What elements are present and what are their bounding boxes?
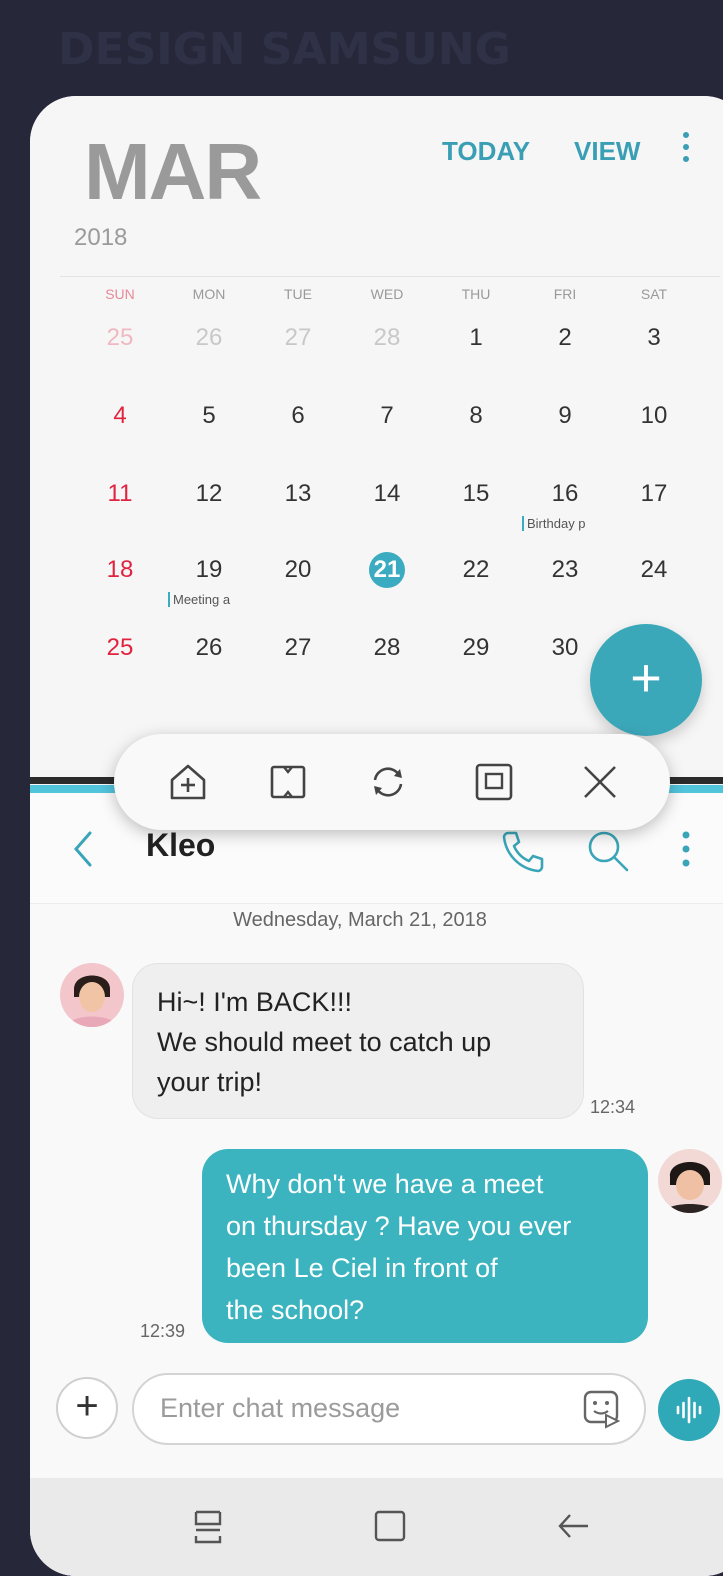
weekday-label: THU	[461, 286, 491, 302]
recents-icon[interactable]	[188, 1506, 228, 1546]
calendar-day[interactable]: 22	[446, 556, 506, 584]
incoming-message[interactable]: Hi~! I'm BACK!!! We should meet to catch…	[132, 963, 584, 1119]
divider	[30, 903, 723, 904]
voice-wave-icon	[676, 1396, 702, 1424]
calendar-day[interactable]: 12	[179, 480, 239, 508]
calendar-day[interactable]: 29	[446, 634, 506, 662]
calendar-day[interactable]: 28	[357, 634, 417, 662]
calendar-day[interactable]: 24	[624, 556, 684, 584]
calendar-day[interactable]: 9	[535, 402, 595, 430]
calendar-day[interactable]: 7	[357, 402, 417, 430]
message-line: on thursday ? Have you ever	[226, 1211, 572, 1241]
outgoing-message[interactable]: Why don't we have a meet on thursday ? H…	[202, 1149, 648, 1343]
contact-name: Kleo	[146, 827, 216, 863]
phone-screen: MAR 2018 TODAY VIEW SUN MON TUE WED THU …	[30, 96, 723, 1576]
pop-up-view-icon[interactable]	[470, 758, 518, 806]
calendar-day[interactable]: 18	[90, 556, 150, 584]
avatar[interactable]	[60, 963, 124, 1027]
back-icon[interactable]	[70, 829, 96, 869]
calendar-day[interactable]: 8	[446, 402, 506, 430]
calendar-day[interactable]: 26	[179, 634, 239, 662]
calendar-day[interactable]: 16	[535, 480, 595, 508]
calendar-day[interactable]: 28	[357, 324, 417, 352]
event-label-birthday[interactable]: Birthday p	[522, 516, 586, 531]
composer: + Enter chat message	[30, 1373, 723, 1457]
year-label: 2018	[74, 224, 128, 251]
calendar-pane: MAR 2018 TODAY VIEW SUN MON TUE WED THU …	[30, 96, 723, 786]
my-avatar-image	[658, 1149, 722, 1213]
home-icon[interactable]	[370, 1506, 410, 1546]
divider	[60, 276, 720, 277]
message-time: 12:34	[590, 1097, 636, 1117]
calendar-day-selected[interactable]: 21	[357, 552, 417, 588]
calendar-day[interactable]: 6	[268, 402, 328, 430]
calendar-day[interactable]: 25	[90, 634, 150, 662]
avatar[interactable]	[658, 1149, 722, 1213]
weekday-label: FRI	[553, 286, 577, 302]
weekday-label: MON	[192, 286, 226, 302]
calendar-day[interactable]: 5	[179, 402, 239, 430]
calendar-day[interactable]: 14	[357, 480, 417, 508]
add-to-home-icon[interactable]	[164, 758, 212, 806]
calendar-day[interactable]: 10	[624, 402, 684, 430]
close-icon[interactable]	[576, 758, 624, 806]
calendar-day[interactable]: 30	[535, 634, 595, 662]
selected-day-number: 21	[369, 552, 405, 588]
calendar-day[interactable]: 15	[446, 480, 506, 508]
message-line: the school?	[226, 1295, 365, 1325]
calendar-day[interactable]: 19	[179, 556, 239, 584]
calendar-day[interactable]: 27	[268, 324, 328, 352]
message-line: your trip!	[157, 1067, 263, 1097]
weekday-label: WED	[370, 286, 404, 302]
month-title: MAR	[84, 127, 262, 216]
calendar-day[interactable]: 1	[446, 324, 506, 352]
calendar-day[interactable]: 25	[90, 324, 150, 352]
message-line: Hi~! I'm BACK!!!	[157, 987, 352, 1017]
weekday-label: SAT	[640, 286, 668, 302]
calendar-day[interactable]: 17	[624, 480, 684, 508]
message-line: We should meet to catch up	[157, 1027, 492, 1057]
today-button[interactable]: TODAY	[442, 136, 530, 167]
message-line: been Le Ciel in front of	[226, 1253, 498, 1283]
calendar-day[interactable]: 27	[268, 634, 328, 662]
calendar-day[interactable]: 4	[90, 402, 150, 430]
navigation-bar	[30, 1478, 723, 1576]
voice-record-button[interactable]	[658, 1379, 720, 1441]
calendar-day[interactable]: 3	[624, 324, 684, 352]
calendar-day[interactable]: 23	[535, 556, 595, 584]
sticker-icon[interactable]	[582, 1389, 622, 1429]
calendar-day[interactable]: 26	[179, 324, 239, 352]
more-icon[interactable]	[680, 829, 692, 873]
brand-title: DESIGN SAMSUNG	[58, 24, 511, 75]
event-label-meeting[interactable]: Meeting a	[168, 592, 230, 607]
calendar-day[interactable]: 20	[268, 556, 328, 584]
chat-input[interactable]: Enter chat message	[132, 1373, 646, 1445]
calendar-day[interactable]: 2	[535, 324, 595, 352]
multi-window-toolbar	[114, 734, 670, 830]
message-time: 12:39	[140, 1321, 186, 1341]
weekday-label: TUE	[284, 286, 312, 302]
view-button[interactable]: VIEW	[574, 136, 640, 167]
resize-window-icon[interactable]	[264, 758, 312, 806]
swap-windows-icon[interactable]	[364, 758, 412, 806]
more-options-icon[interactable]	[682, 132, 690, 172]
contact-avatar-image	[60, 963, 124, 1027]
chat-pane: Kleo Wednesday, March 21, 2018 Hi~! I'm …	[30, 793, 723, 1576]
calendar-day[interactable]: 13	[268, 480, 328, 508]
calendar-day[interactable]: 11	[90, 480, 150, 508]
search-icon[interactable]	[586, 829, 630, 873]
message-line: Why don't we have a meet	[226, 1169, 544, 1199]
phone-icon[interactable]	[500, 829, 546, 873]
back-icon[interactable]	[554, 1506, 594, 1546]
add-event-button[interactable]: +	[590, 624, 702, 736]
date-separator: Wednesday, March 21, 2018	[233, 909, 487, 931]
attach-button[interactable]: +	[56, 1377, 118, 1439]
weekday-label: SUN	[105, 286, 135, 302]
